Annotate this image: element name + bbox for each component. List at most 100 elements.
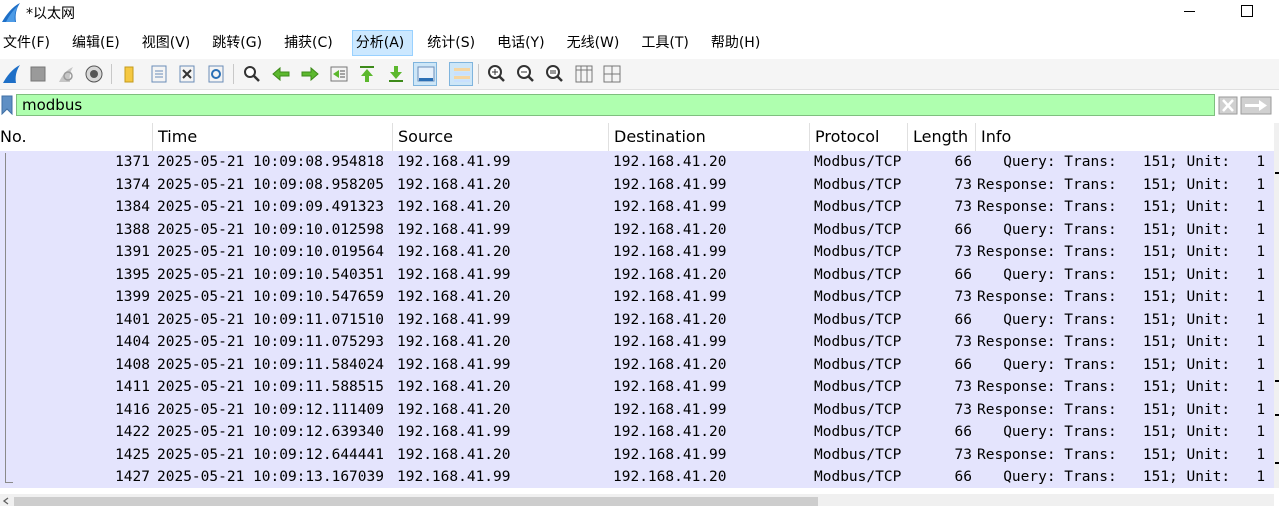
bookmark-icon[interactable] (1, 95, 13, 115)
packet-len-cell: 66 (954, 311, 972, 328)
stop-capture-icon[interactable] (26, 62, 50, 86)
menu-item-10[interactable]: 帮助(H) (708, 30, 768, 56)
packet-time-cell: 2025-05-21 10:09:11.588515 (157, 379, 384, 395)
packet-proto-cell: Modbus/TCP (814, 446, 902, 463)
packet-no-cell: 1425 (115, 446, 150, 463)
packet-time-cell: 2025-05-21 10:09:11.075293 (157, 334, 384, 350)
column-header-length[interactable]: Length (908, 123, 976, 151)
packet-src-cell: 192.168.41.20 (397, 401, 511, 418)
column-header-source[interactable]: Source (393, 123, 609, 151)
vertical-scrollbar[interactable] (1274, 123, 1279, 488)
packet-row[interactable]: 1374 2025-05-21 10:09:08.958205 192.168.41… (0, 174, 1274, 197)
menu-item-4[interactable]: 捕获(C) (281, 30, 341, 56)
menu-item-2[interactable]: 视图(V) (139, 30, 199, 56)
display-filter-input[interactable] (16, 94, 1215, 116)
menu-item-8[interactable]: 无线(W) (564, 30, 628, 56)
clear-filter-icon[interactable] (1218, 96, 1238, 115)
go-to-packet-icon[interactable] (327, 62, 351, 86)
open-file-icon[interactable] (118, 62, 142, 86)
resize-columns-icon[interactable] (572, 62, 596, 86)
menu-item-0[interactable]: 文件(F) (0, 30, 58, 56)
restart-capture-icon[interactable] (54, 62, 78, 86)
packet-proto-cell: Modbus/TCP (814, 221, 902, 238)
save-file-icon[interactable] (147, 62, 171, 86)
packet-row[interactable]: 1401 2025-05-21 10:09:11.071510 192.168.41… (0, 309, 1274, 332)
first-packet-icon[interactable] (355, 62, 379, 86)
packet-len-cell: 66 (954, 424, 972, 440)
packet-proto-cell: Modbus/TCP (814, 154, 902, 170)
column-header-no[interactable]: No. (0, 123, 153, 151)
normal-size-icon[interactable] (543, 62, 567, 86)
packet-time-cell: 2025-05-21 10:09:12.644441 (157, 446, 384, 463)
packet-row[interactable]: 1395 2025-05-21 10:09:10.540351 192.168.41… (0, 264, 1274, 287)
packet-no-cell: 1427 (115, 469, 150, 485)
packet-src-cell: 192.168.41.20 (397, 176, 511, 193)
maximize-button[interactable] (1224, 0, 1270, 26)
packet-proto-cell: Modbus/TCP (814, 176, 902, 193)
packet-row[interactable]: 1404 2025-05-21 10:09:11.075293 192.168.41… (0, 331, 1274, 354)
close-file-icon[interactable] (175, 62, 199, 86)
conversation-tree-line (5, 153, 6, 482)
go-forward-icon[interactable] (298, 62, 322, 86)
packet-proto-cell: Modbus/TCP (814, 244, 902, 260)
scroll-left-icon[interactable] (2, 497, 10, 505)
find-packet-icon[interactable] (240, 62, 264, 86)
packet-info-cell: Response: Trans: 151; Unit: 1 (977, 199, 1266, 215)
packet-row[interactable]: 1408 2025-05-21 10:09:11.584024 192.168.41… (0, 354, 1274, 377)
packet-time-cell: 2025-05-21 10:09:08.958205 (157, 176, 384, 193)
packet-row[interactable]: 1411 2025-05-21 10:09:11.588515 192.168.41… (0, 376, 1274, 399)
minimize-button[interactable] (1167, 0, 1213, 26)
menu-item-1[interactable]: 编辑(E) (69, 30, 128, 56)
menu-item-9[interactable]: 工具(T) (638, 30, 696, 56)
packet-row[interactable]: 1425 2025-05-21 10:09:12.644441 192.168.41… (0, 444, 1274, 467)
packet-row[interactable]: 1371 2025-05-21 10:09:08.954818 192.168.41… (0, 151, 1274, 174)
column-header-info[interactable]: Info (976, 123, 1274, 151)
packet-no-cell: 1371 (115, 154, 150, 170)
horizontal-scrollbar-thumb[interactable] (14, 497, 818, 506)
packet-proto-cell: Modbus/TCP (814, 356, 902, 373)
packet-proto-cell: Modbus/TCP (814, 401, 902, 418)
apply-filter-icon[interactable] (1240, 96, 1272, 115)
packet-src-cell: 192.168.41.99 (397, 154, 511, 170)
packet-proto-cell: Modbus/TCP (814, 469, 902, 485)
colorize-icon[interactable] (449, 62, 473, 86)
main-toolbar (0, 59, 1279, 90)
zoom-in-icon[interactable] (485, 62, 509, 86)
packet-src-cell: 192.168.41.20 (397, 334, 511, 350)
capture-options-icon[interactable] (82, 62, 106, 86)
packet-list: 1371 2025-05-21 10:09:08.954818 192.168.41… (0, 151, 1274, 488)
menu-item-3[interactable]: 跳转(G) (209, 30, 270, 56)
packet-src-cell: 192.168.41.20 (397, 289, 511, 305)
packet-row[interactable]: 1384 2025-05-21 10:09:09.491323 192.168.41… (0, 196, 1274, 219)
packet-len-cell: 73 (954, 289, 972, 305)
menu-item-5[interactable]: 分析(A) (351, 30, 414, 56)
packet-no-cell: 1391 (115, 244, 150, 260)
packet-row[interactable]: 1388 2025-05-21 10:09:10.012598 192.168.41… (0, 219, 1274, 242)
packet-row[interactable]: 1391 2025-05-21 10:09:10.019564 192.168.41… (0, 241, 1274, 264)
column-header-protocol[interactable]: Protocol (810, 123, 908, 151)
start-capture-icon[interactable] (0, 62, 24, 86)
packet-info-cell: Response: Trans: 151; Unit: 1 (977, 289, 1266, 305)
column-header-destination[interactable]: Destination (609, 123, 810, 151)
reload-file-icon[interactable] (204, 62, 228, 86)
packet-proto-cell: Modbus/TCP (814, 199, 902, 215)
layout-icon[interactable] (600, 62, 624, 86)
packet-len-cell: 73 (954, 401, 972, 418)
wireshark-fin-icon (2, 3, 20, 22)
go-back-icon[interactable] (269, 62, 293, 86)
packet-no-cell: 1408 (115, 356, 150, 373)
packet-time-cell: 2025-05-21 10:09:10.540351 (157, 266, 384, 283)
menu-item-7[interactable]: 电话(Y) (494, 30, 552, 56)
column-header-time[interactable]: Time (153, 123, 393, 151)
menu-item-6[interactable]: 统计(S) (424, 30, 483, 56)
packet-row[interactable]: 1399 2025-05-21 10:09:10.547659 192.168.41… (0, 286, 1274, 309)
zoom-out-icon[interactable] (514, 62, 538, 86)
packet-row[interactable]: 1422 2025-05-21 10:09:12.639340 192.168.41… (0, 421, 1274, 444)
packet-dst-cell: 192.168.41.99 (613, 199, 727, 215)
autoscroll-icon[interactable] (413, 62, 437, 86)
packet-dst-cell: 192.168.41.20 (613, 266, 727, 283)
packet-row[interactable]: 1427 2025-05-21 10:09:13.167039 192.168.41… (0, 466, 1274, 488)
packet-src-cell: 192.168.41.99 (397, 221, 511, 238)
packet-row[interactable]: 1416 2025-05-21 10:09:12.111409 192.168.41… (0, 399, 1274, 422)
last-packet-icon[interactable] (384, 62, 408, 86)
